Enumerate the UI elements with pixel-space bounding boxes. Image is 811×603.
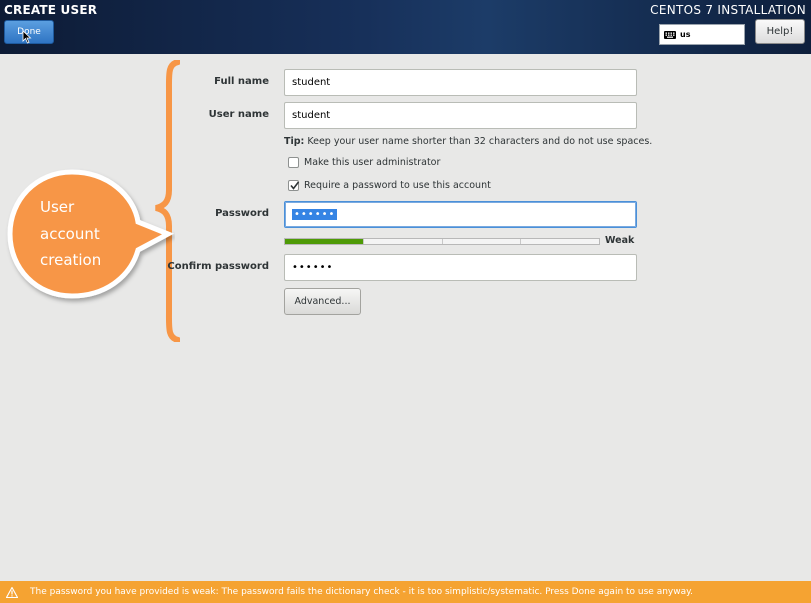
warning-text: The password you have provided is weak: …: [30, 587, 694, 597]
require-password-checkbox-row[interactable]: Require a password to use this account: [288, 180, 491, 191]
strength-segment: [521, 239, 599, 244]
fullname-label: Full name: [214, 76, 269, 87]
keyboard-layout-label: us: [680, 30, 691, 39]
keyboard-layout-indicator[interactable]: us: [659, 24, 745, 45]
checkmark-icon: [290, 181, 300, 190]
password-input[interactable]: ••••••: [284, 201, 637, 228]
strength-segment: [285, 239, 364, 244]
keyboard-icon: [664, 30, 676, 39]
password-strength-label: Weak: [605, 235, 635, 246]
username-tip: Tip: Keep your user name shorter than 32…: [284, 136, 653, 147]
confirm-password-input[interactable]: ••••••: [284, 254, 637, 281]
username-input[interactable]: student: [284, 102, 637, 129]
help-button[interactable]: Help!: [755, 19, 805, 44]
strength-segment: [443, 239, 522, 244]
password-value: ••••••: [292, 209, 338, 220]
annotation-text: User account creation: [40, 198, 102, 269]
password-label: Password: [215, 208, 269, 219]
mouse-cursor-icon: [22, 30, 32, 44]
admin-checkbox-label: Make this user administrator: [304, 157, 441, 168]
confirm-password-label: Confirm password: [167, 261, 269, 272]
warning-icon: [6, 586, 18, 598]
username-label: User name: [208, 109, 269, 120]
admin-checkbox-row[interactable]: Make this user administrator: [288, 157, 440, 168]
admin-checkbox[interactable]: [288, 157, 299, 168]
fullname-input[interactable]: student: [284, 69, 637, 96]
warning-bar[interactable]: The password you have provided is weak: …: [0, 581, 811, 603]
require-password-checkbox[interactable]: [288, 180, 300, 191]
advanced-button[interactable]: Advanced...: [284, 288, 361, 315]
strength-segment: [364, 239, 443, 244]
header-bar: CREATE USER CENTOS 7 INSTALLATION Done u…: [0, 0, 811, 54]
password-strength-bar: [284, 238, 600, 245]
confirm-password-value: ••••••: [292, 262, 334, 273]
require-password-label: Require a password to use this account: [304, 180, 491, 191]
page-title: CREATE USER: [4, 3, 98, 17]
product-title: CENTOS 7 INSTALLATION: [650, 3, 806, 17]
